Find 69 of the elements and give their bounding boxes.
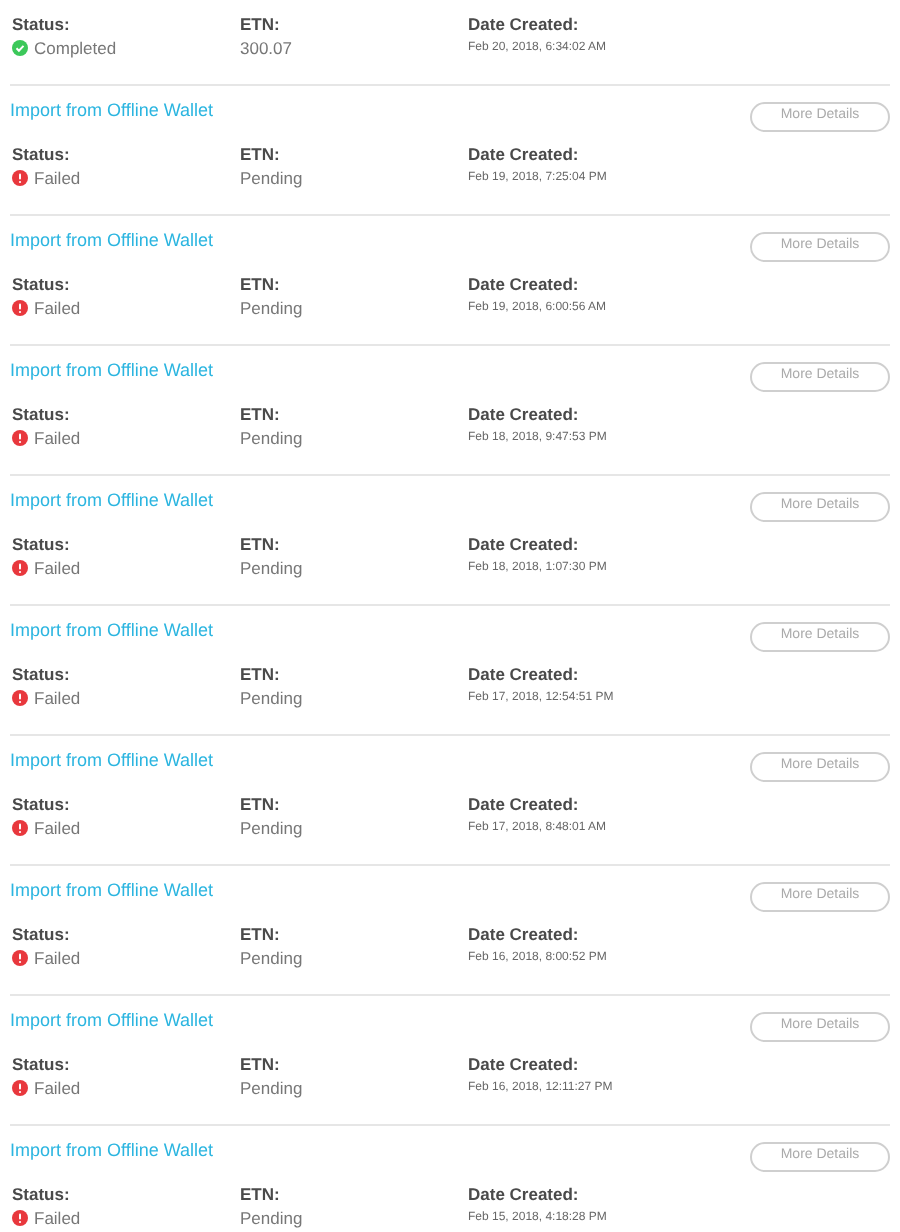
transaction-title[interactable]: Import from Offline Wallet — [10, 1008, 214, 1036]
field-label: ETN: — [240, 272, 282, 296]
transaction-title[interactable]: Import from Offline Wallet — [10, 1138, 214, 1166]
exclamation-circle-icon — [12, 950, 28, 966]
field-label: Date Created: — [468, 792, 581, 816]
field-label: Date Created: — [468, 12, 581, 36]
etn-value: Pending — [240, 296, 305, 320]
field-label: Status: — [12, 12, 72, 36]
field-label: ETN: — [240, 12, 282, 36]
exclamation-circle-icon — [12, 1210, 28, 1226]
etn-value: Pending — [240, 1206, 305, 1230]
transaction-title[interactable]: Import from Offline Wallet — [10, 358, 214, 386]
etn-value: Pending — [240, 816, 305, 840]
field-label: ETN: — [240, 922, 282, 946]
status-text: Failed — [34, 296, 81, 320]
transaction-title[interactable]: Import from Offline Wallet — [10, 228, 214, 256]
field-label: Status: — [12, 922, 72, 946]
transaction-title[interactable]: Import from Offline Wallet — [10, 748, 214, 776]
field-label: ETN: — [240, 1182, 282, 1206]
exclamation-circle-icon — [12, 300, 28, 316]
transaction-title[interactable]: Import from Offline Wallet — [10, 98, 214, 126]
check-circle-icon — [12, 40, 28, 56]
etn-value: Pending — [240, 946, 305, 970]
field-label: Date Created: — [468, 1182, 581, 1206]
transaction-title[interactable]: Import from Offline Wallet — [10, 618, 214, 646]
etn-value: Pending — [240, 686, 305, 710]
exclamation-circle-icon — [12, 820, 28, 836]
field-label: Date Created: — [468, 532, 581, 556]
field-label: Date Created: — [468, 662, 581, 686]
field-label: Date Created: — [468, 272, 581, 296]
exclamation-circle-icon — [12, 430, 28, 446]
field-label: ETN: — [240, 792, 282, 816]
field-label: ETN: — [240, 142, 282, 166]
transaction-title[interactable]: Import from Offline Wallet — [10, 488, 214, 516]
etn-value: Pending — [240, 426, 305, 450]
field-label: ETN: — [240, 402, 282, 426]
exclamation-circle-icon — [12, 170, 28, 186]
field-label: Status: — [12, 142, 72, 166]
exclamation-circle-icon — [12, 690, 28, 706]
field-label: Status: — [12, 532, 72, 556]
status-text: Failed — [34, 556, 81, 580]
status-text: Completed — [34, 36, 117, 60]
field-label: Status: — [12, 1052, 72, 1076]
field-label: Date Created: — [468, 402, 581, 426]
exclamation-circle-icon — [12, 1080, 28, 1096]
field-label: Status: — [12, 792, 72, 816]
field-label: Status: — [12, 662, 72, 686]
field-label: ETN: — [240, 662, 282, 686]
etn-value: Pending — [240, 556, 305, 580]
field-label: Date Created: — [468, 1052, 581, 1076]
transaction-title[interactable]: Import from Offline Wallet — [10, 878, 214, 906]
field-label: ETN: — [240, 532, 282, 556]
status-text: Failed — [34, 816, 81, 840]
field-label: ETN: — [240, 1052, 282, 1076]
field-label: Status: — [12, 272, 72, 296]
etn-value: Pending — [240, 166, 305, 190]
status-text: Failed — [34, 1206, 81, 1230]
field-label: Status: — [12, 402, 72, 426]
status-text: Failed — [34, 686, 81, 710]
etn-value: 300.07 — [240, 36, 294, 60]
status-text: Failed — [34, 1076, 81, 1100]
status-text: Failed — [34, 946, 81, 970]
status-text: Failed — [34, 166, 81, 190]
exclamation-circle-icon — [12, 560, 28, 576]
field-label: Status: — [12, 1182, 72, 1206]
field-label: Date Created: — [468, 922, 581, 946]
status-text: Failed — [34, 426, 81, 450]
etn-value: Pending — [240, 1076, 305, 1100]
field-label: Date Created: — [468, 142, 581, 166]
